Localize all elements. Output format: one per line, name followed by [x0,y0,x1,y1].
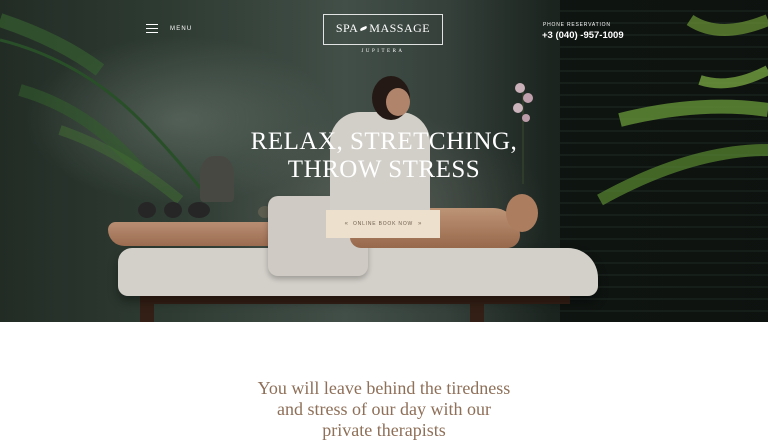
menu-label: MENU [170,25,193,32]
logo-word-spa: SPA [335,21,359,35]
menu-button[interactable]: MENU [146,24,192,33]
phone-reservation-label: PHONE RESERVATION [543,22,611,28]
hero-title: RELAX, STRETCHING, THROW STRESS [0,128,768,184]
logo-word-massage: MASSAGE [369,21,431,35]
online-book-label: ONLINE BOOK NOW [352,221,414,227]
leaf-icon [359,25,368,31]
logo-wordmark: SPA MASSAGE [324,22,442,34]
online-book-button[interactable]: « ONLINE BOOK NOW » [326,210,440,238]
arrow-left-icon: « [344,221,348,227]
arrow-right-icon: » [418,221,422,227]
hero-title-line1: RELAX, STRETCHING, [250,128,518,155]
phone-number-link[interactable]: +3 (040) -957-1009 [542,30,624,41]
logo-subtitle: JUPITERA [361,49,405,54]
hero-title-line2: THROW STRESS [287,156,481,183]
hamburger-icon [146,24,158,33]
hero-section: MENU SPA MASSAGE JUPITERA PHONE RESERVAT… [0,0,768,322]
intro-line2: and stress of our day with our [277,399,491,419]
intro-line1: You will leave behind the tiredness [257,378,511,398]
logo[interactable]: SPA MASSAGE JUPITERA [323,14,443,54]
intro-line3: private therapists [322,420,446,440]
